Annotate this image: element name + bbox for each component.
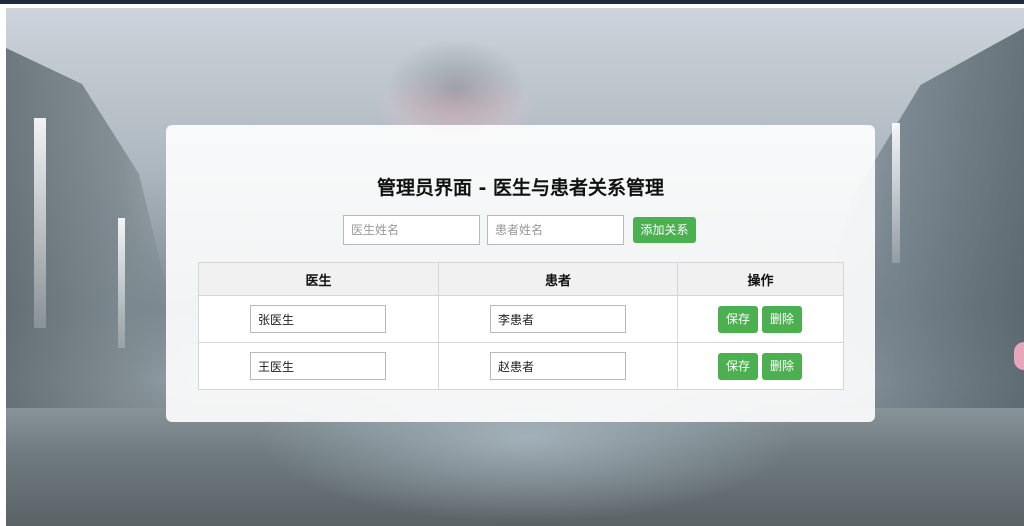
doctor-cell [198,295,439,343]
delete-button[interactable]: 删除 [762,306,802,333]
patient-name-field[interactable] [490,305,626,333]
relation-table: 医生 患者 操作 保存 删除 [198,262,844,390]
side-handle[interactable] [1014,342,1024,370]
delete-button[interactable]: 删除 [762,353,802,380]
doctor-name-input[interactable] [343,215,480,245]
top-bar [0,0,1024,4]
table-row: 保存 删除 [198,342,844,390]
waterfall [34,118,46,328]
save-button[interactable]: 保存 [718,353,758,380]
actions-cell: 保存 删除 [677,295,844,343]
patient-name-input[interactable] [487,215,624,245]
admin-panel: 管理员界面 - 医生与患者关系管理 添加关系 医生 患者 操作 保 [166,125,875,422]
header-patient: 患者 [438,262,678,296]
patient-cell [438,342,678,390]
waterfall [892,123,900,263]
doctor-cell [198,342,439,390]
header-doctor: 医生 [198,262,439,296]
table-row: 保存 删除 [198,295,844,343]
patient-name-field[interactable] [490,352,626,380]
doctor-name-field[interactable] [250,305,386,333]
patient-cell [438,295,678,343]
waterfall [118,218,125,348]
table-header-row: 医生 患者 操作 [198,262,844,296]
add-relation-button[interactable]: 添加关系 [633,217,696,243]
doctor-name-field[interactable] [250,352,386,380]
page-title: 管理员界面 - 医生与患者关系管理 [376,177,665,199]
actions-cell: 保存 删除 [677,342,844,390]
save-button[interactable]: 保存 [718,306,758,333]
header-actions: 操作 [677,262,844,296]
